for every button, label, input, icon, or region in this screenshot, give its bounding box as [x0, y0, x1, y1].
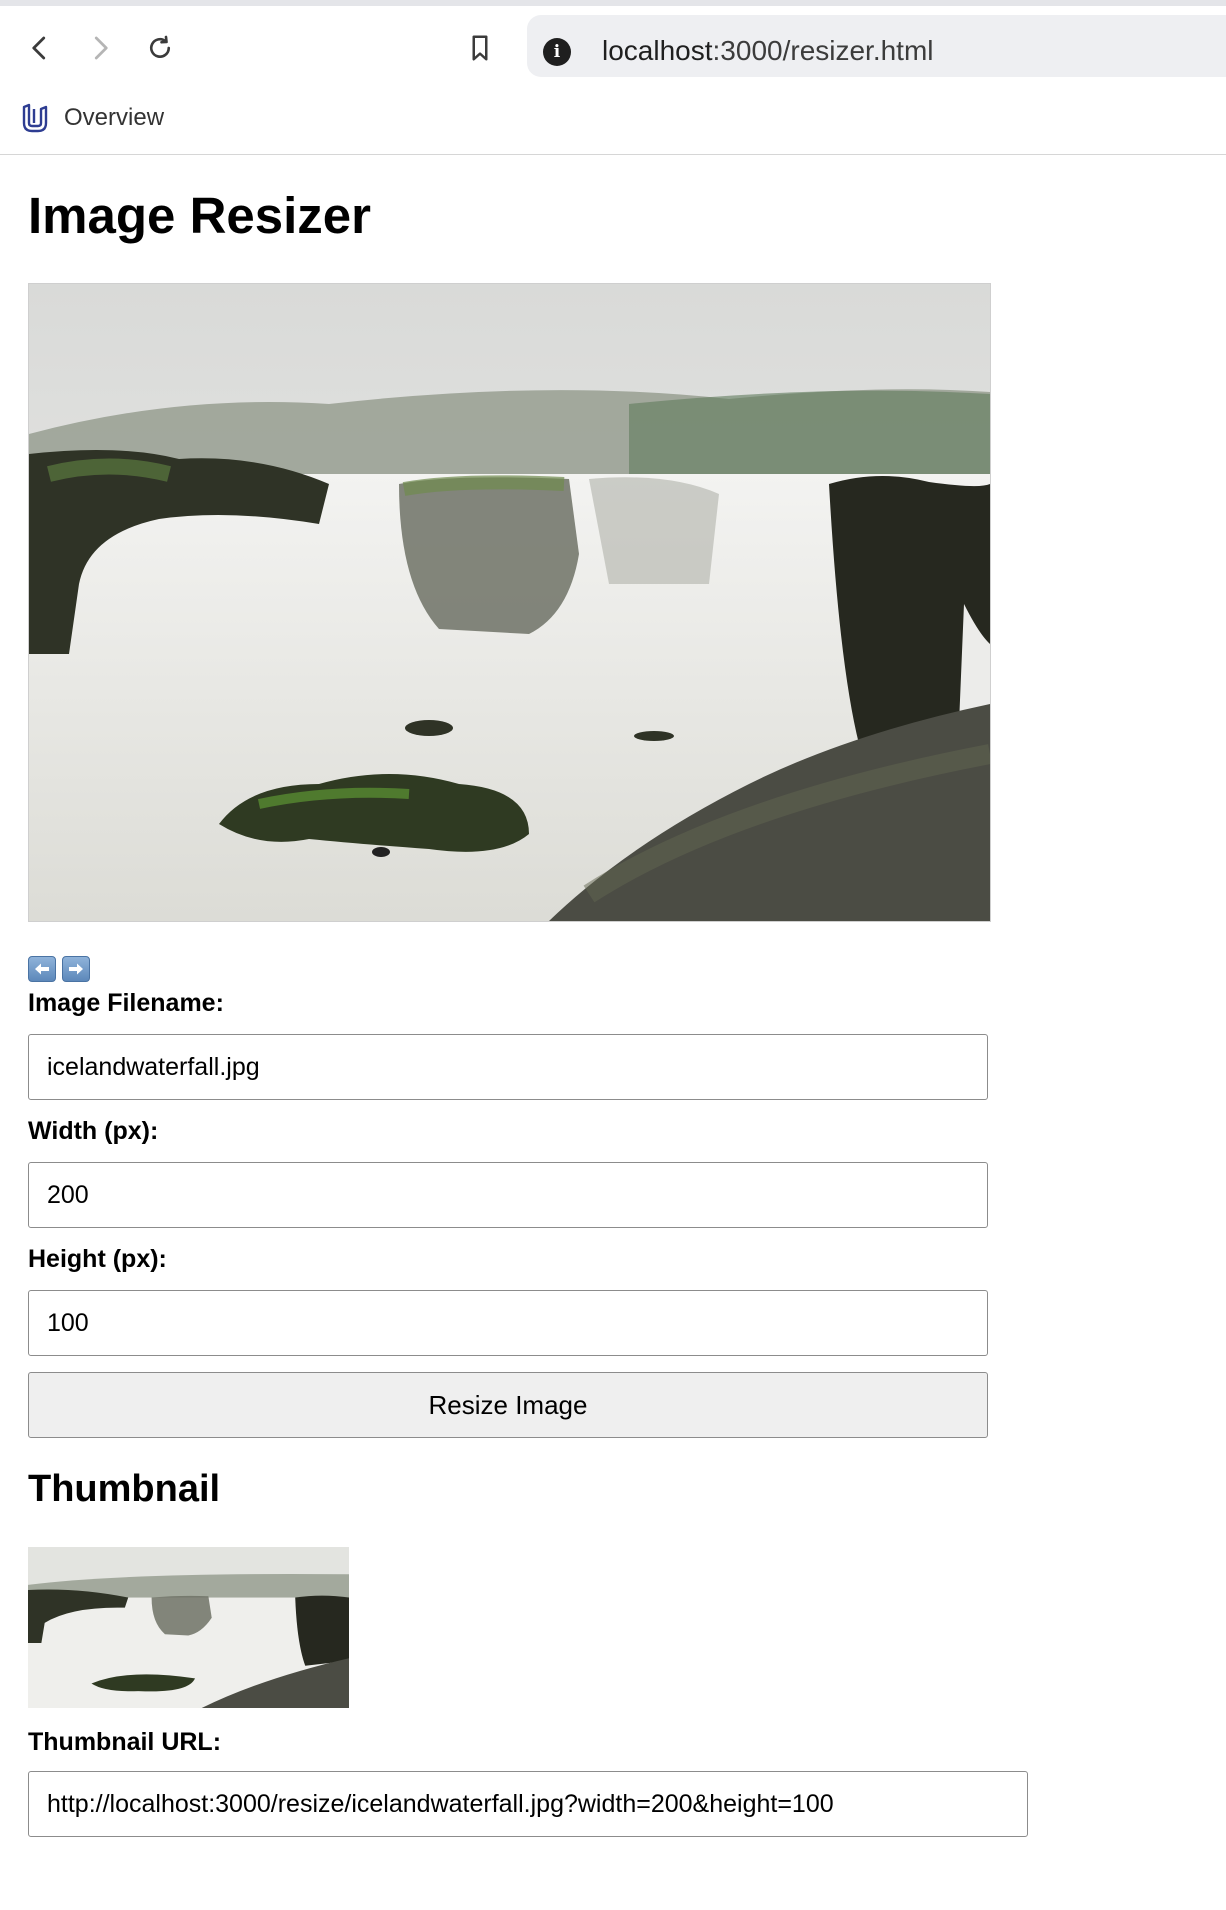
filename-field[interactable] — [28, 1034, 988, 1100]
reload-button[interactable] — [138, 26, 182, 70]
reload-icon — [149, 35, 171, 58]
bookmark-item-overview[interactable]: Overview — [18, 98, 164, 138]
filename-label: Image Filename: — [28, 989, 224, 1017]
width-field[interactable] — [28, 1162, 988, 1228]
forward-button[interactable] — [78, 26, 122, 70]
previous-image-button[interactable] — [28, 956, 56, 982]
url-path: :3000/resizer.html — [712, 35, 934, 66]
url-host: localhost — [602, 35, 713, 66]
height-input[interactable] — [29, 1291, 987, 1355]
site-info-icon[interactable]: i — [543, 38, 571, 66]
back-button[interactable] — [18, 26, 62, 70]
udacity-logo-icon — [22, 103, 48, 133]
next-arrow-icon — [69, 963, 83, 975]
browser-toolbar: i localhost:3000/resizer.html — [0, 6, 1226, 86]
bookmarks-bar: Overview — [0, 86, 1226, 155]
forward-icon — [94, 36, 108, 60]
next-image-button[interactable] — [62, 956, 90, 982]
bookmark-label: Overview — [64, 104, 165, 131]
previous-arrow-icon — [35, 963, 49, 975]
image-navigation — [28, 956, 90, 982]
filename-input[interactable] — [29, 1035, 987, 1099]
waterfall-photo — [29, 284, 990, 921]
url-text[interactable]: localhost:3000/resizer.html — [602, 35, 934, 67]
height-label: Height (px): — [28, 1245, 167, 1273]
thumbnail-heading: Thumbnail — [28, 1468, 221, 1510]
width-label: Width (px): — [28, 1117, 159, 1145]
bookmark-button[interactable] — [458, 26, 502, 70]
thumbnail-photo — [28, 1547, 349, 1708]
width-input[interactable] — [29, 1163, 987, 1227]
bookmark-icon — [472, 35, 488, 61]
thumbnail-image — [28, 1547, 349, 1708]
back-icon — [32, 36, 46, 60]
thumbnail-url-field[interactable] — [28, 1771, 1028, 1837]
page-title: Image Resizer — [28, 187, 372, 244]
resize-image-button[interactable]: Resize Image — [28, 1372, 988, 1438]
height-field[interactable] — [28, 1290, 988, 1356]
main-image — [28, 283, 991, 922]
thumbnail-url-label: Thumbnail URL: — [28, 1728, 222, 1756]
thumbnail-url-input[interactable] — [29, 1772, 1027, 1836]
